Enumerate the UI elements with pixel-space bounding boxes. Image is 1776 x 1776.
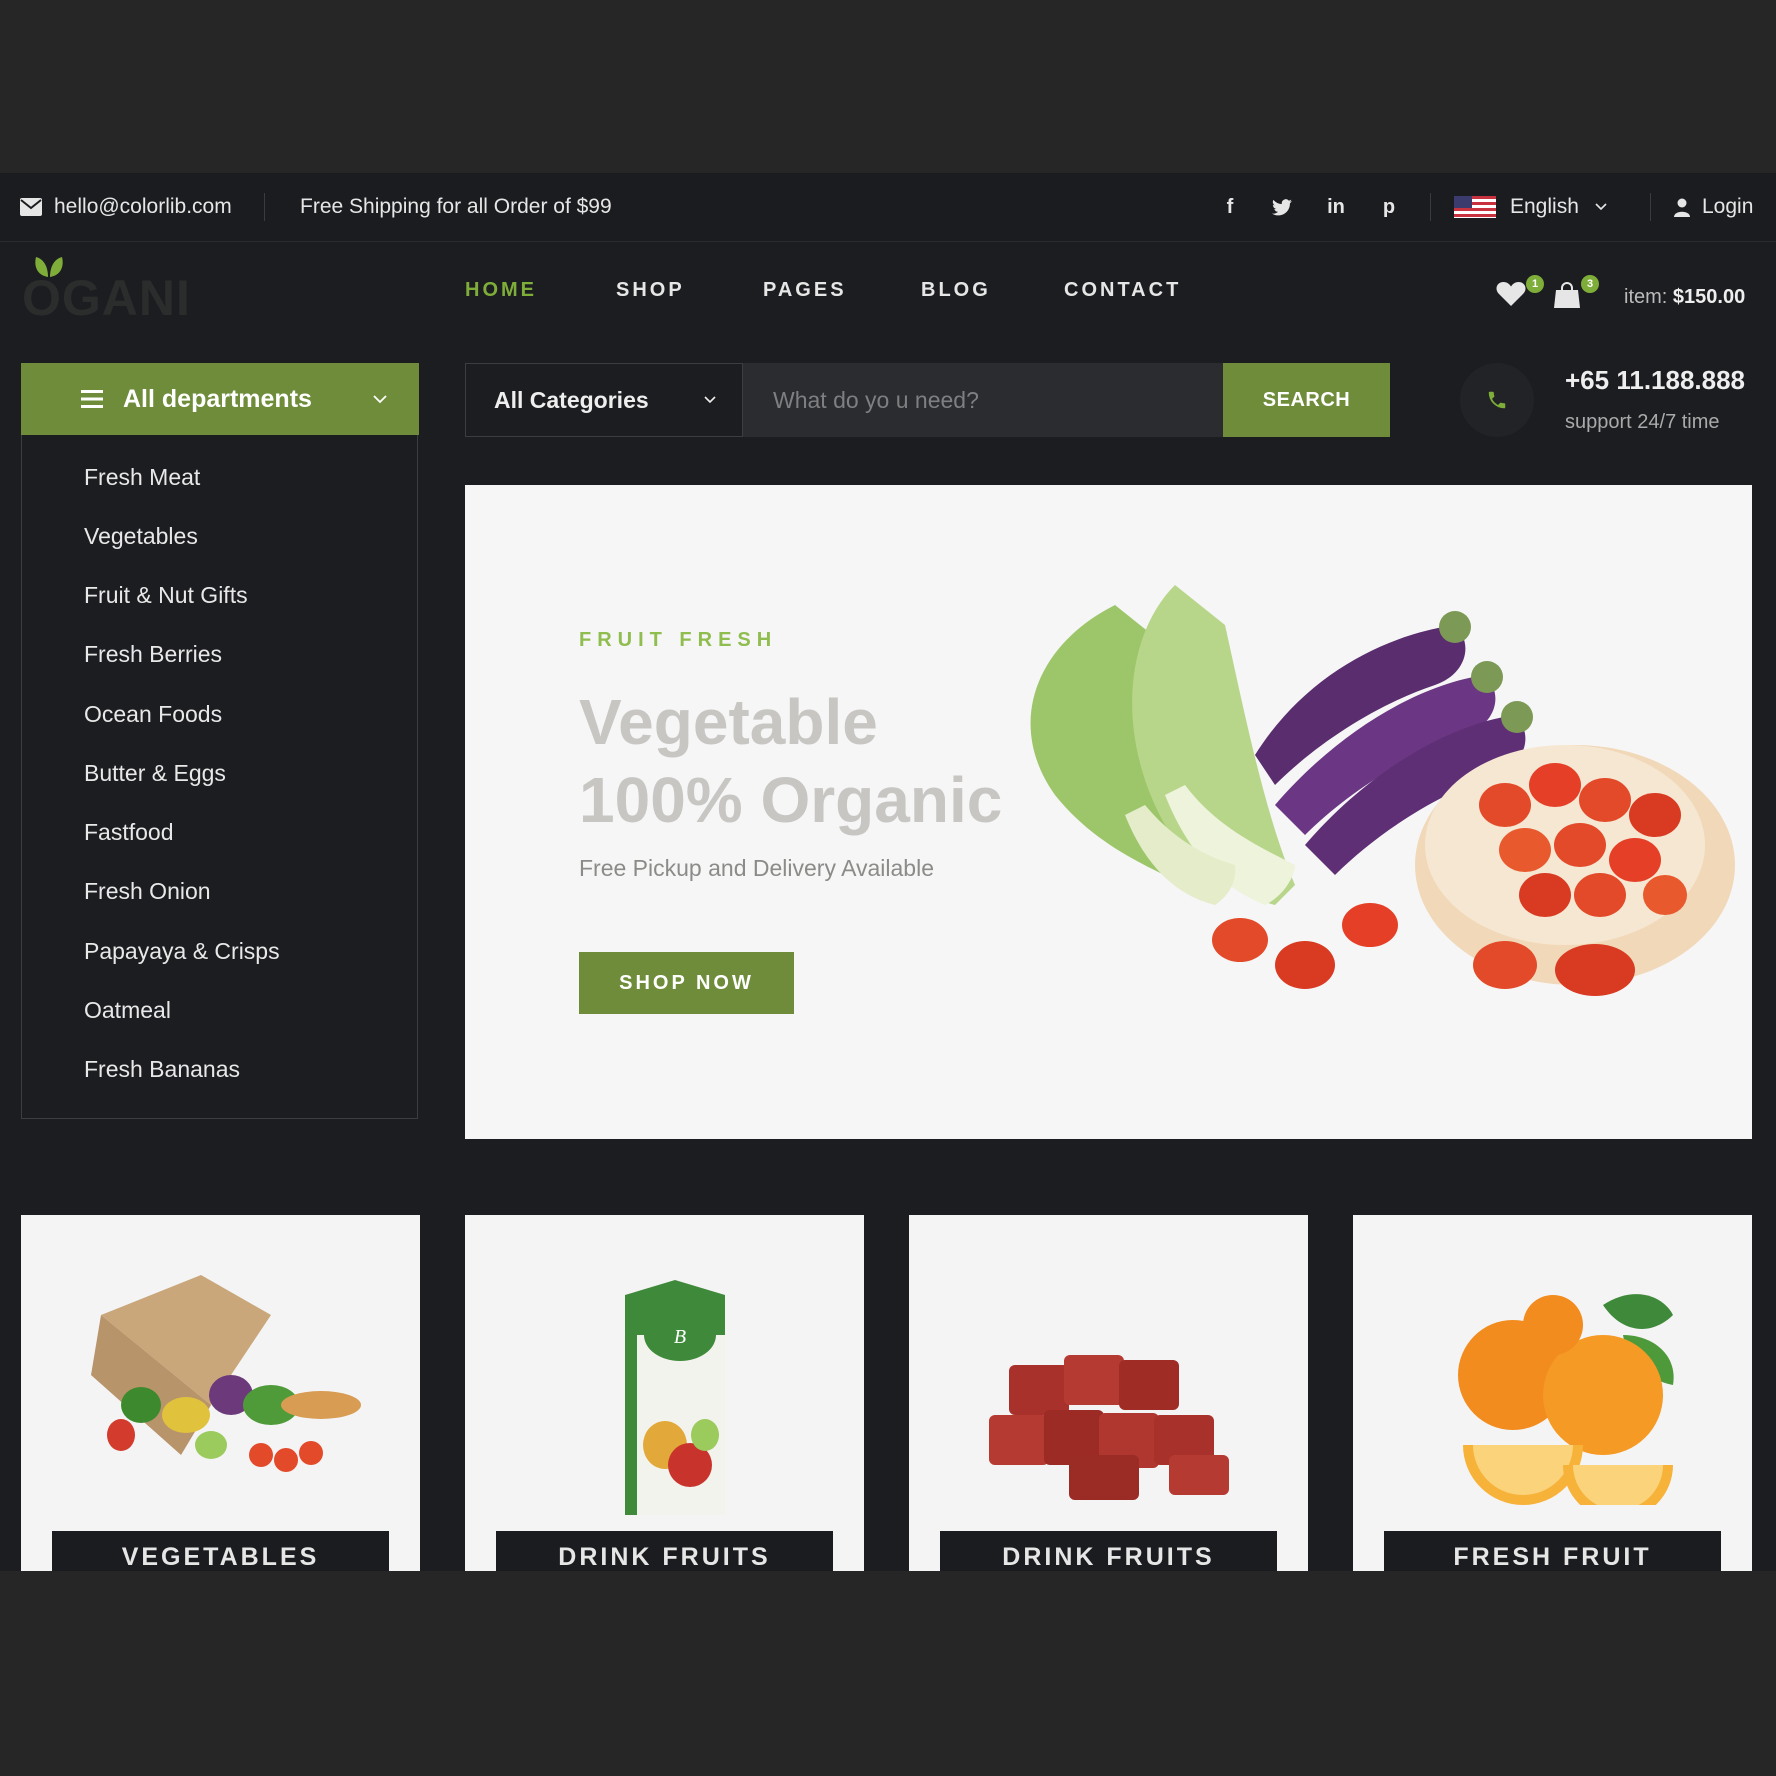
cart-total: item: $150.00 — [1624, 286, 1745, 309]
support-text: support 24/7 time — [1565, 411, 1720, 433]
top-bar: hello@colorlib.com Free Shipping for all… — [0, 173, 1776, 242]
cart-badge: 3 — [1581, 275, 1599, 293]
hero-subtitle: Free Pickup and Delivery Available — [579, 855, 934, 881]
search-button[interactable]: SEARCH — [1223, 363, 1390, 437]
nav-blog[interactable]: BLOG — [921, 279, 991, 309]
wishlist-button[interactable]: 1 — [1496, 275, 1544, 311]
login-link[interactable]: Login — [1674, 173, 1753, 241]
department-item[interactable]: Fresh Bananas — [84, 1056, 240, 1083]
grocery-bag-image — [91, 1275, 361, 1472]
us-flag-icon — [1454, 196, 1496, 218]
language-selector[interactable]: English — [1454, 173, 1607, 241]
hero-title-line-1: Vegetable — [579, 686, 878, 758]
search-input[interactable] — [743, 363, 1223, 437]
all-departments-toggle[interactable]: All departments — [21, 363, 419, 435]
email-text: hello@colorlib.com — [54, 195, 232, 218]
pinterest-icon[interactable]: p — [1374, 173, 1404, 241]
nav-pages[interactable]: PAGES — [763, 279, 847, 309]
phone-icon-circle — [1460, 363, 1534, 437]
hero-kicker: FRUIT FRESH — [579, 629, 778, 651]
site-logo[interactable]: OGANI — [20, 251, 210, 326]
department-item[interactable]: Fresh Meat — [84, 464, 200, 491]
envelope-icon — [20, 198, 42, 216]
divider — [264, 193, 265, 221]
shopping-bag-icon — [1554, 282, 1580, 308]
juice-carton-image: B — [625, 1280, 725, 1515]
language-label: English — [1510, 195, 1579, 218]
category-label: VEGETABLES — [52, 1531, 389, 1571]
site-viewport: hello@colorlib.com Free Shipping for all… — [0, 173, 1776, 1571]
chevron-down-icon — [704, 396, 716, 404]
category-card-fresh-fruit[interactable]: FRESH FRUIT — [1353, 1215, 1752, 1571]
departments-title: All departments — [123, 384, 312, 413]
divider — [1430, 193, 1431, 221]
hero-vegetables-image — [1030, 585, 1735, 996]
nav-shop[interactable]: SHOP — [616, 279, 685, 309]
hero-banner: FRUIT FRESH Vegetable 100% Organic Free … — [465, 485, 1752, 1139]
department-item[interactable]: Fruit & Nut Gifts — [84, 582, 248, 609]
oranges-image — [1458, 1294, 1674, 1505]
cart-item-label: item: — [1624, 286, 1668, 308]
category-select-value: All Categories — [494, 386, 649, 413]
category-label: DRINK FRUITS — [496, 1531, 833, 1571]
nav-home[interactable]: HOME — [465, 279, 537, 309]
facebook-icon[interactable]: f — [1215, 173, 1245, 241]
hamburger-icon — [81, 390, 103, 408]
cart-total-value: $150.00 — [1672, 286, 1746, 308]
heart-icon — [1496, 282, 1526, 306]
divider — [1650, 193, 1651, 221]
chevron-down-icon — [1595, 203, 1607, 211]
svg-text:B: B — [674, 1326, 686, 1348]
wishlist-badge: 1 — [1526, 275, 1544, 293]
category-card-drink-fruits[interactable]: B DRINK FRUITS — [465, 1215, 864, 1571]
category-card-drink-fruits-2[interactable]: DRINK FRUITS — [909, 1215, 1308, 1571]
phone-number: +65 11.188.888 — [1565, 365, 1746, 395]
twitter-icon[interactable] — [1267, 173, 1297, 241]
department-item[interactable]: Butter & Eggs — [84, 760, 226, 787]
nav-contact[interactable]: CONTACT — [1064, 279, 1181, 309]
email-link[interactable]: hello@colorlib.com — [20, 173, 232, 241]
department-item[interactable]: Vegetables — [84, 523, 198, 550]
login-label: Login — [1702, 195, 1754, 218]
hero-title-line-2: 100% Organic — [579, 764, 1003, 836]
department-item[interactable]: Fastfood — [84, 819, 174, 846]
department-item[interactable]: Fresh Onion — [84, 878, 211, 905]
department-item[interactable]: Oatmeal — [84, 997, 171, 1024]
department-item[interactable]: Papayaya & Crisps — [84, 938, 280, 965]
beef-cubes-image — [989, 1355, 1229, 1500]
hero-title: Vegetable 100% Organic — [579, 683, 1002, 839]
category-label: DRINK FRUITS — [940, 1531, 1277, 1571]
shop-now-button[interactable]: SHOP NOW — [579, 952, 794, 1014]
phone-icon — [1488, 391, 1506, 409]
cart-button[interactable]: 3 — [1553, 275, 1599, 311]
category-card-vegetables[interactable]: VEGETABLES — [21, 1215, 420, 1571]
chevron-down-icon — [373, 394, 387, 403]
shipping-notice: Free Shipping for all Order of $99 — [300, 195, 612, 218]
department-item[interactable]: Ocean Foods — [84, 701, 222, 728]
category-select[interactable]: All Categories — [465, 363, 743, 437]
user-icon — [1674, 198, 1690, 217]
departments-list: Fresh Meat Vegetables Fruit & Nut Gifts … — [21, 435, 418, 1119]
category-label: FRESH FRUIT — [1384, 1531, 1721, 1571]
logo-text: OGANI — [22, 270, 191, 326]
linkedin-icon[interactable]: in — [1321, 173, 1351, 241]
department-item[interactable]: Fresh Berries — [84, 641, 222, 668]
